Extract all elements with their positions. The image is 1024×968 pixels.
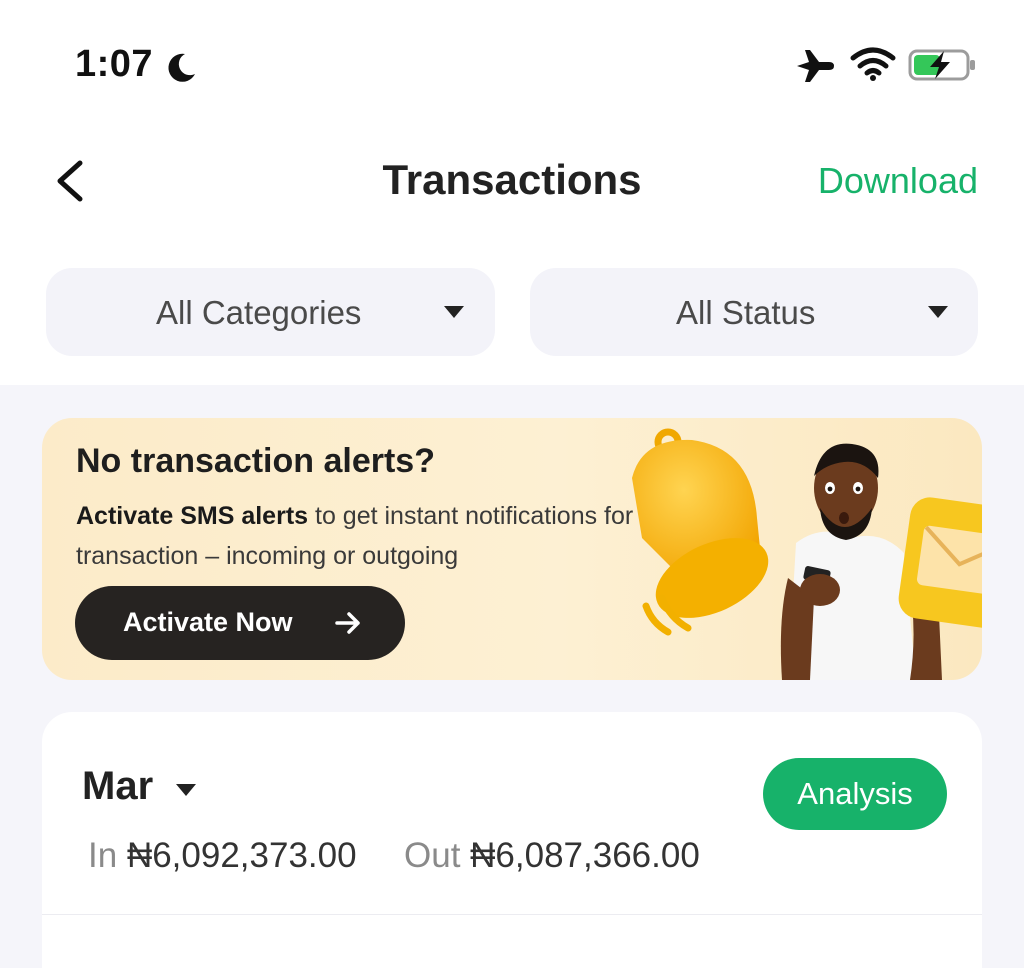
analysis-button[interactable]: Analysis xyxy=(763,758,947,830)
moon-icon xyxy=(168,53,195,82)
money-out-label: Out xyxy=(404,836,461,875)
caret-down-icon xyxy=(444,306,464,318)
wifi-icon xyxy=(850,47,896,81)
caret-down-icon[interactable] xyxy=(176,784,196,796)
money-out-value: ₦6,087,366.00 xyxy=(470,836,700,875)
category-filter-dropdown[interactable]: All Categories xyxy=(46,268,495,356)
bell-person-illustration: 1 xyxy=(632,428,982,680)
month-summary-card: Mar Analysis In ₦6,092,373.00 Out ₦6,087… xyxy=(42,712,982,968)
money-in-value: ₦6,092,373.00 xyxy=(126,836,357,875)
battery-charging-icon xyxy=(908,49,975,81)
banner-body-bold: Activate SMS alerts xyxy=(76,502,309,530)
download-button[interactable]: Download xyxy=(818,160,978,202)
arrow-right-icon xyxy=(335,612,360,634)
banner-title: No transaction alerts? xyxy=(76,442,435,480)
category-filter-label: All Categories xyxy=(156,294,362,331)
status-filter-dropdown[interactable]: All Status xyxy=(530,268,978,356)
activate-now-button[interactable]: Activate Now xyxy=(75,586,405,660)
money-out-summary: Out ₦6,087,366.00 xyxy=(404,836,700,876)
airplane-icon xyxy=(797,50,834,82)
caret-down-icon xyxy=(928,306,948,318)
status-time: 1:07 xyxy=(75,43,154,85)
month-selector[interactable]: Mar xyxy=(82,764,153,809)
top-section: 1:07 Transactions Download All Categorie… xyxy=(0,0,1024,385)
sms-alert-banner: No transaction alerts? Activate SMS aler… xyxy=(42,418,982,680)
divider xyxy=(42,914,982,915)
activate-now-label: Activate Now xyxy=(123,607,293,637)
money-in-summary: In ₦6,092,373.00 xyxy=(88,836,357,876)
status-filter-label: All Status xyxy=(676,294,816,331)
money-in-label: In xyxy=(88,836,118,875)
